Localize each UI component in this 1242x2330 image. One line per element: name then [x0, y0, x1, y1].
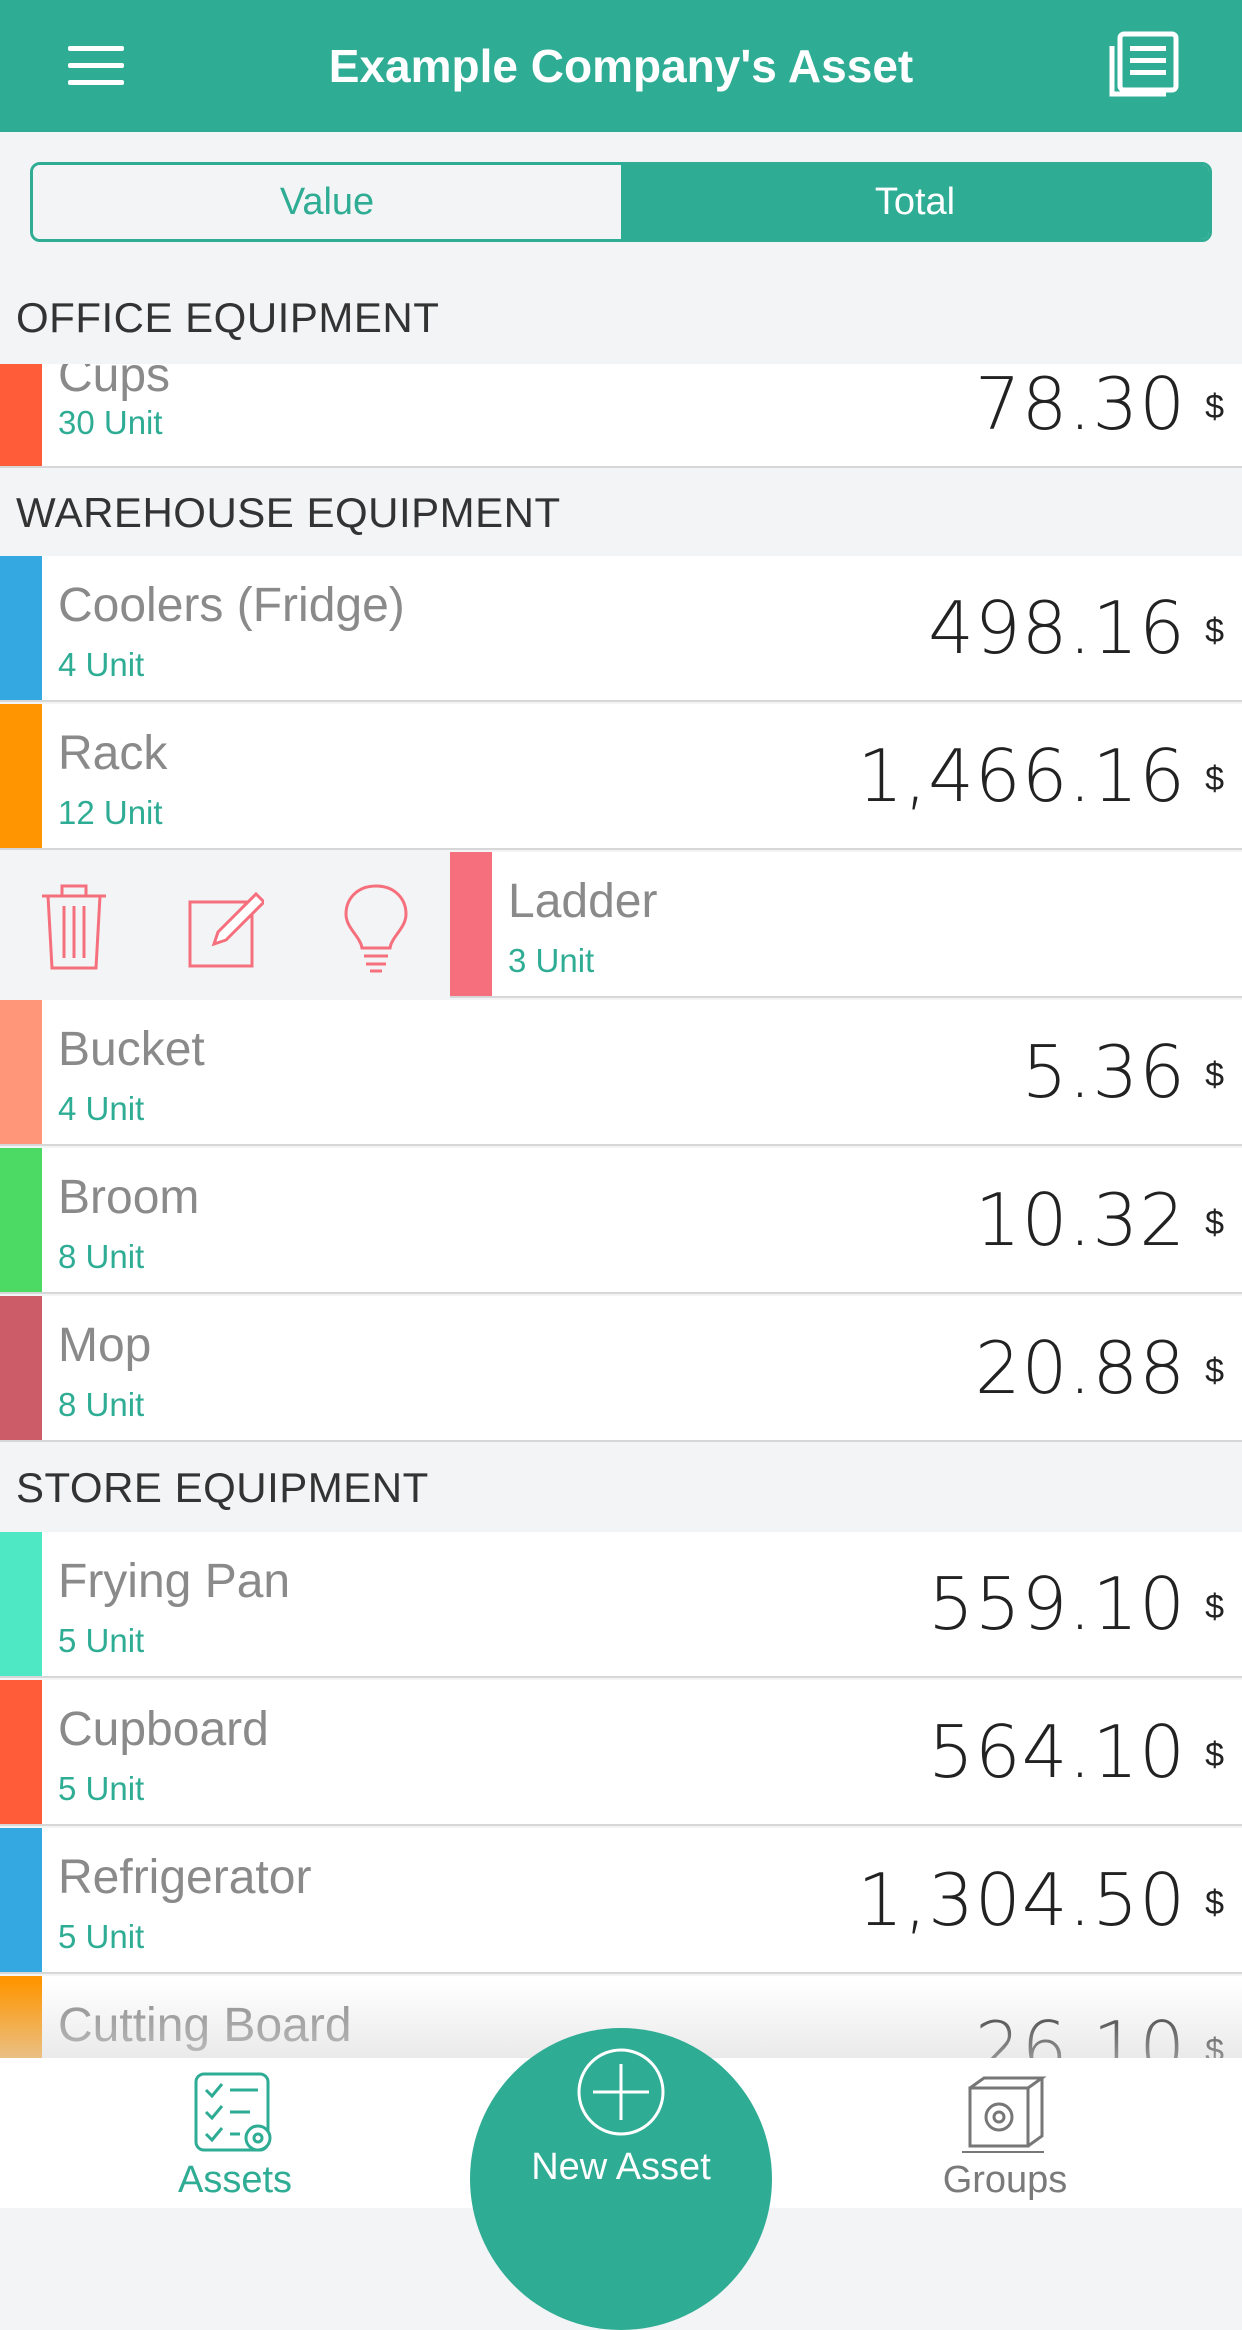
nav-bar: Example Company's Asset — [0, 0, 1242, 132]
color-bar — [450, 852, 492, 996]
asset-row-bucket[interactable]: Bucket 4 Unit 5.36 $ — [0, 1000, 1242, 1146]
color-bar — [0, 1828, 42, 1972]
segment-total[interactable]: Total — [621, 165, 1209, 239]
new-asset-button[interactable]: New Asset — [470, 2028, 772, 2330]
asset-name: Cups — [58, 364, 171, 402]
asset-row-rack[interactable]: Rack 12 Unit 1,466.16 $ — [0, 704, 1242, 850]
currency-symbol: $ — [1205, 1056, 1224, 1094]
plus-circle-icon — [577, 2048, 665, 2136]
section-header-store: STORE EQUIPMENT — [16, 1464, 429, 1511]
page-title: Example Company's Asset — [328, 40, 914, 92]
asset-row-mop[interactable]: Mop 8 Unit 20.88 $ — [0, 1296, 1242, 1442]
asset-name: Rack — [58, 727, 168, 780]
asset-row-frying-pan[interactable]: Frying Pan 5 Unit 559.10 $ — [0, 1532, 1242, 1678]
tab-assets[interactable]: Assets — [150, 2058, 320, 2208]
currency-symbol: $ — [1205, 1204, 1224, 1242]
asset-name: Bucket — [58, 1023, 205, 1076]
asset-name: Cupboard — [58, 1703, 269, 1756]
currency-symbol: $ — [1205, 1352, 1224, 1390]
color-bar — [0, 1000, 42, 1144]
asset-unit: 12 Unit — [58, 794, 163, 831]
trash-icon[interactable] — [34, 878, 114, 974]
assets-checklist-icon — [194, 2072, 272, 2152]
color-bar — [0, 364, 42, 466]
color-bar — [0, 1532, 42, 1676]
asset-value: 78.30 — [974, 364, 1186, 446]
asset-name: Ladder — [508, 875, 658, 928]
asset-row-cups[interactable]: Cups 30 Unit 78.30 $ — [0, 364, 1242, 468]
asset-unit: 5 Unit — [58, 1622, 145, 1659]
report-icon[interactable] — [1104, 30, 1184, 100]
asset-name: Mop — [58, 1319, 152, 1372]
currency-symbol: $ — [1205, 388, 1224, 426]
asset-value: 559.10 — [928, 1562, 1186, 1646]
asset-unit: 8 Unit — [58, 1386, 145, 1423]
asset-row-ladder[interactable]: Ladder 3 Unit — [450, 852, 1242, 998]
color-bar — [0, 556, 42, 700]
currency-symbol: $ — [1205, 1588, 1224, 1626]
asset-unit: 3 Unit — [508, 942, 595, 979]
asset-row-refrigerator[interactable]: Refrigerator 5 Unit 1,304.50 $ — [0, 1828, 1242, 1974]
asset-value: 10.32 — [974, 1178, 1186, 1262]
asset-name: Coolers (Fridge) — [58, 579, 405, 632]
edit-icon[interactable] — [184, 878, 264, 974]
asset-row-broom[interactable]: Broom 8 Unit 10.32 $ — [0, 1148, 1242, 1294]
asset-unit: 8 Unit — [58, 1238, 145, 1275]
currency-symbol: $ — [1205, 612, 1224, 650]
color-bar — [0, 1680, 42, 1824]
asset-name: Cutting Board — [58, 1999, 352, 2052]
asset-name: Frying Pan — [58, 1555, 291, 1608]
section-header-office: OFFICE EQUIPMENT — [16, 294, 440, 341]
asset-unit: 30 Unit — [58, 404, 163, 441]
asset-value: 498.16 — [928, 586, 1186, 670]
asset-value: 20.88 — [974, 1326, 1186, 1410]
asset-value: 1,304.50 — [857, 1858, 1186, 1942]
color-bar — [0, 1148, 42, 1292]
new-asset-label: New Asset — [531, 2146, 711, 2188]
groups-box-icon — [962, 2076, 1047, 2153]
asset-value: 564.10 — [928, 1710, 1186, 1794]
asset-name: Refrigerator — [58, 1851, 312, 1904]
tab-groups-label: Groups — [942, 2159, 1068, 2201]
asset-unit: 4 Unit — [58, 1090, 145, 1127]
asset-unit: 5 Unit — [58, 1770, 145, 1807]
currency-symbol: $ — [1205, 760, 1224, 798]
asset-row-coolers[interactable]: Coolers (Fridge) 4 Unit 498.16 $ — [0, 556, 1242, 702]
asset-unit: 4 Unit — [58, 646, 145, 683]
lightbulb-icon[interactable] — [336, 878, 416, 974]
currency-symbol: $ — [1205, 1884, 1224, 1922]
swipe-actions — [0, 852, 450, 998]
color-bar — [0, 1296, 42, 1440]
value-total-segmented-control: Value Total — [30, 162, 1212, 242]
tab-groups[interactable]: Groups — [900, 2058, 1110, 2208]
segment-value[interactable]: Value — [33, 165, 621, 239]
asset-unit: 5 Unit — [58, 1918, 145, 1955]
currency-symbol: $ — [1205, 1736, 1224, 1774]
color-bar — [0, 704, 42, 848]
section-header-warehouse: WAREHOUSE EQUIPMENT — [16, 489, 561, 536]
asset-row-cupboard[interactable]: Cupboard 5 Unit 564.10 $ — [0, 1680, 1242, 1826]
tab-assets-label: Assets — [177, 2159, 293, 2201]
asset-value: 5.36 — [1021, 1030, 1186, 1114]
asset-value: 1,466.16 — [857, 734, 1186, 818]
asset-name: Broom — [58, 1171, 200, 1224]
